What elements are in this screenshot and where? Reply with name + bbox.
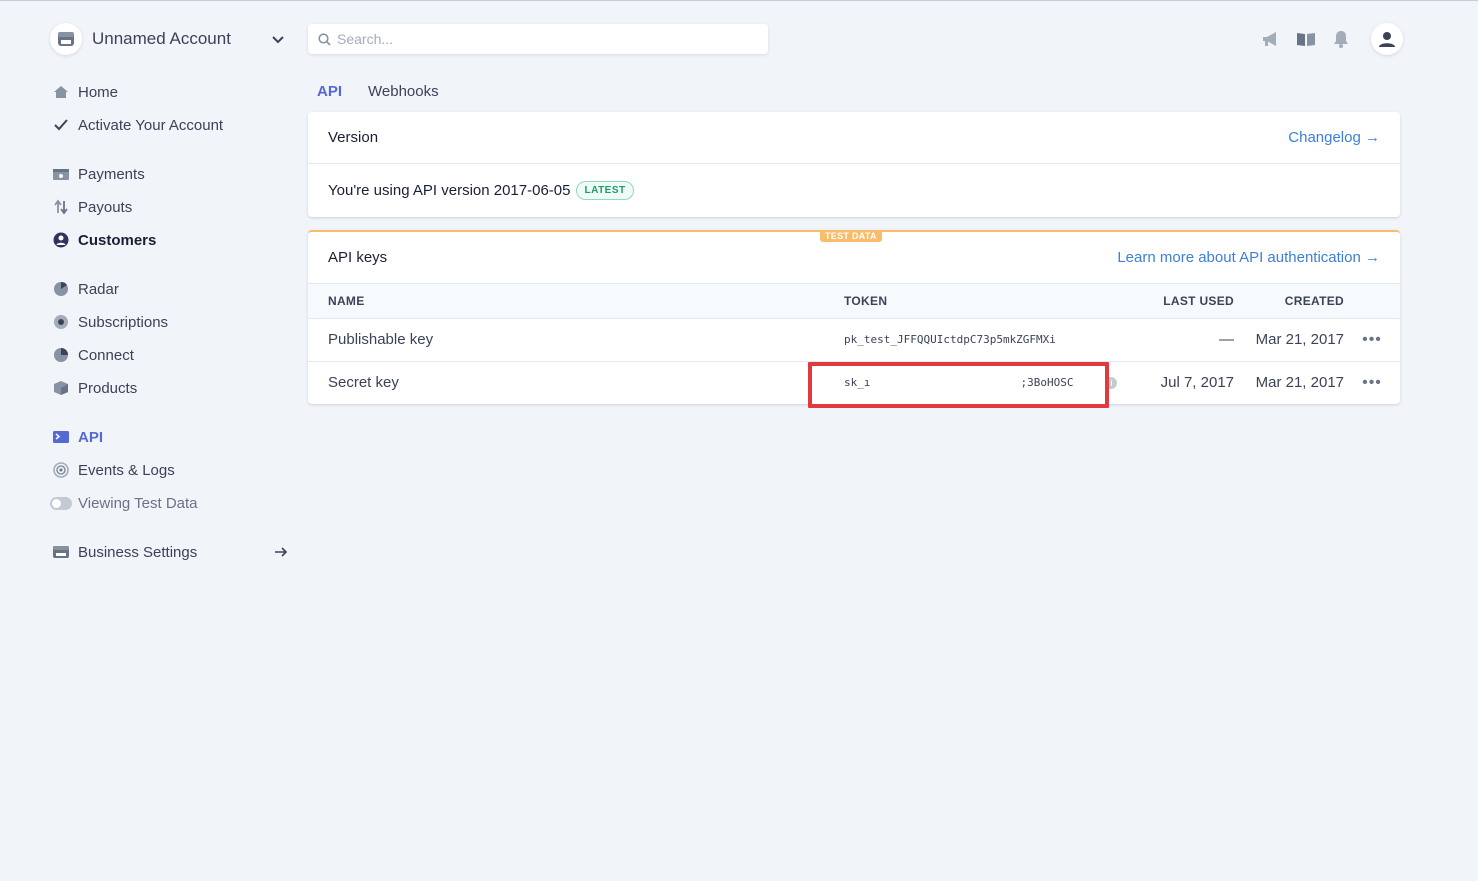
version-info: You're using API version 2017-06-05 LATE… xyxy=(308,164,1400,217)
home-icon xyxy=(50,81,72,103)
sidebar-item-customers[interactable]: Customers xyxy=(50,227,290,253)
store-icon xyxy=(50,23,82,55)
top-right-actions xyxy=(1258,23,1403,55)
connect-icon xyxy=(50,344,72,366)
sidebar-item-label: Home xyxy=(78,83,119,101)
more-options-icon[interactable]: ••• xyxy=(1362,374,1382,391)
more-options-icon[interactable]: ••• xyxy=(1362,331,1382,348)
version-title: Version xyxy=(328,129,379,146)
column-header-token: TOKEN xyxy=(844,284,1134,319)
sidebar-item-test-data-toggle[interactable]: Viewing Test Data xyxy=(50,490,290,516)
sidebar-item-events-logs[interactable]: Events & Logs xyxy=(50,457,290,483)
sidebar-item-label: Payments xyxy=(78,165,145,183)
sidebar-item-connect[interactable]: Connect xyxy=(50,342,290,368)
latest-badge: LATEST xyxy=(576,181,634,200)
sidebar-item-label: Subscriptions xyxy=(78,313,169,331)
sidebar-item-payouts[interactable]: Payouts xyxy=(50,194,290,220)
api-keys-title: API keys xyxy=(328,249,388,266)
sidebar-item-label: Viewing Test Data xyxy=(78,494,198,512)
column-header-last-used: LAST USED xyxy=(1134,284,1234,319)
version-card: Version Changelog → You're using API ver… xyxy=(308,112,1400,217)
subscriptions-icon xyxy=(50,311,72,333)
sidebar-item-label: API xyxy=(78,428,104,446)
search-bar[interactable] xyxy=(308,24,768,54)
sidebar-item-subscriptions[interactable]: Subscriptions xyxy=(50,309,290,335)
sidebar-item-label: Products xyxy=(78,379,138,397)
version-card-header: Version Changelog → xyxy=(308,112,1400,164)
arrow-right-icon xyxy=(275,547,288,557)
column-header-name: NAME xyxy=(308,284,844,319)
bell-icon[interactable] xyxy=(1328,23,1354,55)
payouts-arrows-icon xyxy=(50,196,72,218)
customers-icon xyxy=(50,229,72,251)
sidebar-item-label: Connect xyxy=(78,346,134,364)
megaphone-icon[interactable] xyxy=(1258,23,1284,55)
sidebar-item-label: Activate Your Account xyxy=(78,116,224,134)
sidebar-item-home[interactable]: Home xyxy=(50,79,290,105)
test-data-badge: TEST DATA xyxy=(820,230,882,242)
user-avatar[interactable] xyxy=(1371,23,1403,55)
radar-icon xyxy=(50,278,72,300)
sidebar-item-label: Business Settings xyxy=(78,543,198,561)
sidebar-item-radar[interactable]: Radar xyxy=(50,276,290,302)
sidebar-item-api[interactable]: API xyxy=(50,424,290,450)
checkmark-icon xyxy=(50,114,72,136)
created-value: Mar 21, 2017 xyxy=(1255,374,1344,392)
last-used-value: — xyxy=(1134,318,1234,362)
account-name: Unnamed Account xyxy=(92,29,231,48)
sidebar-item-label: Radar xyxy=(78,280,119,298)
table-row-publishable-key: Publishable key pk_test_JFFQQUIctdpC73p5… xyxy=(308,318,1400,362)
tab-api[interactable]: API xyxy=(317,83,342,104)
sidebar-item-products[interactable]: Products xyxy=(50,375,290,401)
publishable-key-token[interactable]: pk_test_JFFQQUIctdpC73p5mkZGFMXi xyxy=(844,318,1134,362)
key-name: Secret key xyxy=(328,374,399,392)
test-data-toggle-switch[interactable] xyxy=(50,496,72,510)
changelog-link[interactable]: Changelog → xyxy=(1288,129,1380,146)
docs-book-icon[interactable] xyxy=(1293,23,1319,55)
sidebar-item-business-settings[interactable]: Business Settings xyxy=(50,539,290,565)
key-name: Publishable key xyxy=(308,318,844,362)
search-icon xyxy=(318,32,331,46)
api-version-text: You're using API version 2017-06-05 xyxy=(328,182,571,199)
products-box-icon xyxy=(50,377,72,399)
api-auth-link[interactable]: Learn more about API authentication → xyxy=(1117,249,1380,266)
created-value: Mar 21, 2017 xyxy=(1234,318,1344,362)
last-used-value: Jul 7, 2017 xyxy=(1160,374,1234,392)
sidebar-item-label: Payouts xyxy=(78,198,133,216)
sidebar-item-label: Customers xyxy=(78,231,157,249)
chevron-down-icon xyxy=(272,36,284,44)
store-icon xyxy=(50,541,72,563)
terminal-icon xyxy=(50,426,72,448)
sidebar-item-activate-account[interactable]: Activate Your Account xyxy=(50,112,290,138)
api-tabs: API Webhooks xyxy=(317,83,465,104)
sidebar-item-payments[interactable]: Payments xyxy=(50,161,290,187)
column-header-created: CREATED xyxy=(1234,284,1344,319)
user-icon xyxy=(1379,32,1395,47)
table-header-row: NAME TOKEN LAST USED CREATED xyxy=(308,284,1400,319)
events-icon xyxy=(50,459,72,481)
account-switcher[interactable]: Unnamed Account xyxy=(50,23,290,55)
sidebar-item-label: Events & Logs xyxy=(78,461,175,479)
payments-icon xyxy=(50,163,72,185)
search-input[interactable] xyxy=(337,31,737,47)
highlight-annotation-box xyxy=(808,362,1109,408)
tab-webhooks[interactable]: Webhooks xyxy=(368,83,439,104)
